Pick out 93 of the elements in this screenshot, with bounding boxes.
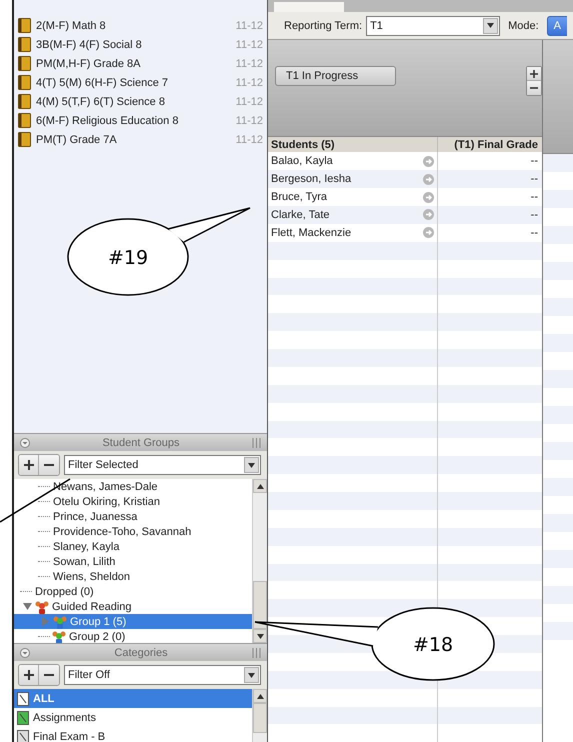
course-item[interactable]: 6(M-F) Religious Education 8 11-12 <box>14 111 267 130</box>
grade-value: -- <box>530 155 538 168</box>
collapse-icon[interactable] <box>20 648 30 658</box>
scrollbar[interactable] <box>252 479 267 643</box>
add-button[interactable] <box>527 67 541 81</box>
grip-icon[interactable] <box>252 438 261 448</box>
course-item[interactable]: 2(M-F) Math 8 11-12 <box>14 16 267 35</box>
people-icon <box>34 600 50 614</box>
column-header[interactable]: (T1) Final Grade <box>438 137 541 152</box>
student-name: Bruce, Tyra <box>271 191 328 204</box>
book-icon <box>18 113 31 128</box>
callout-label: #19 <box>108 247 148 269</box>
book-icon <box>18 56 31 71</box>
student-name: Clarke, Tate <box>271 208 330 221</box>
caret-icon <box>248 672 255 678</box>
category-icon <box>17 710 29 724</box>
grade-value: -- <box>530 173 538 186</box>
caret-icon <box>256 634 264 638</box>
table-row[interactable]: Balao, Kayla -- <box>268 152 542 170</box>
tree-item[interactable]: Dropped (0) <box>14 584 252 599</box>
course-item[interactable]: PM(M,H-F) Grade 8A 11-12 <box>14 54 267 73</box>
book-icon <box>18 94 31 109</box>
panel-header: Categories <box>14 643 267 661</box>
tree-item[interactable]: Prince, Juanessa <box>14 509 252 524</box>
grip-icon[interactable] <box>252 648 261 658</box>
callout-label: #18 <box>412 634 454 656</box>
student-name: Flett, Mackenzie <box>271 226 352 239</box>
course-item[interactable]: 4(M) 5(T,F) 6(T) Science 8 11-12 <box>14 92 267 111</box>
term-dropdown[interactable]: T1 <box>366 16 500 36</box>
grade-value: -- <box>530 226 538 239</box>
minus-icon <box>530 84 538 92</box>
tree-item[interactable]: Providence-Toho, Savannah <box>14 524 252 539</box>
empty-row <box>543 262 573 280</box>
field-label: Reporting Term: <box>284 20 362 32</box>
book-icon <box>18 132 31 147</box>
empty-row <box>543 226 573 244</box>
filter-dropdown[interactable]: Filter Selected <box>64 455 261 475</box>
student-name: Balao, Kayla <box>271 155 333 168</box>
plus-icon <box>24 460 34 470</box>
empty-row <box>543 406 573 424</box>
people-icon <box>51 630 67 643</box>
grade-value: -- <box>530 208 538 221</box>
panel-header: Student Groups <box>14 433 267 451</box>
table-row[interactable]: Bergeson, Iesha -- <box>268 170 542 188</box>
book-icon <box>18 37 31 52</box>
empty-row <box>543 442 573 460</box>
caret-icon <box>256 484 264 488</box>
course-item[interactable]: PM(T) Grade 7A 11-12 <box>14 130 267 149</box>
course-item[interactable]: 4(T) 5(M) 6(H-F) Science 7 11-12 <box>14 73 267 92</box>
empty-row <box>543 514 573 532</box>
scroll-up-button[interactable] <box>253 479 267 493</box>
empty-row <box>543 586 573 604</box>
empty-row <box>543 370 573 388</box>
tree-item[interactable]: Group 1 (5) <box>14 614 252 629</box>
term-status-button[interactable]: T1 In Progress <box>275 66 396 86</box>
course-item[interactable]: 3B(M-F) 4(F) Social 8 11-12 <box>14 35 267 54</box>
add-button[interactable] <box>19 665 39 685</box>
student-name: Bergeson, Iesha <box>271 173 352 186</box>
category-icon <box>17 692 29 706</box>
tree-item[interactable]: Sowan, Lilith <box>14 554 252 569</box>
add-button[interactable] <box>19 455 39 475</box>
plus-icon <box>530 70 538 78</box>
remove-button[interactable] <box>39 455 59 475</box>
tree-item[interactable]: Otelu Okiring, Kristian <box>14 494 252 509</box>
plus-icon <box>24 670 34 680</box>
category-item[interactable]: ALL <box>14 689 252 708</box>
remove-button[interactable] <box>527 81 541 95</box>
field-label: Mode: <box>508 20 539 32</box>
empty-row <box>543 334 573 352</box>
tree-item[interactable]: Slaney, Kayla <box>14 539 252 554</box>
filter-dropdown[interactable]: Filter Off <box>64 665 261 685</box>
category-icon <box>17 730 29 742</box>
caret-icon <box>248 462 255 468</box>
people-icon <box>52 614 68 628</box>
scrollbar[interactable] <box>252 689 267 742</box>
category-item[interactable]: Final Exam - B <box>14 727 252 742</box>
grade-value: -- <box>530 191 538 204</box>
caret-icon <box>256 694 264 698</box>
tree-item[interactable]: Wiens, Sheldon <box>14 569 252 584</box>
empty-row <box>543 550 573 568</box>
scroll-down-button[interactable] <box>253 629 267 643</box>
tree-item[interactable]: Guided Reading <box>14 599 252 614</box>
empty-row <box>543 298 573 316</box>
table-row[interactable]: Clarke, Tate -- <box>268 206 542 224</box>
book-icon <box>18 75 31 90</box>
empty-row <box>543 478 573 496</box>
expander-icon[interactable] <box>20 602 34 611</box>
collapse-icon[interactable] <box>20 438 30 448</box>
caret-icon <box>487 23 494 28</box>
scroll-up-button[interactable] <box>253 689 267 703</box>
remove-button[interactable] <box>39 665 59 685</box>
category-item[interactable]: Assignments <box>14 708 252 727</box>
book-icon <box>18 18 31 33</box>
